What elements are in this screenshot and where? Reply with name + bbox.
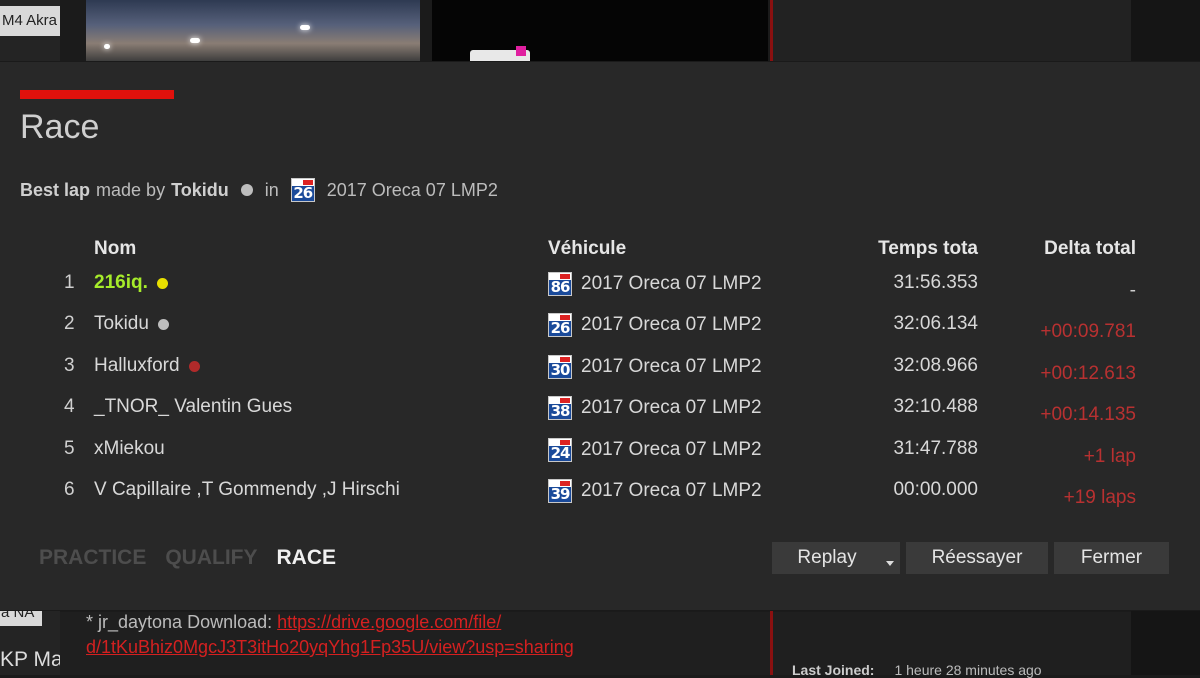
last-joined-value: 1 heure 28 minutes ago	[894, 662, 1042, 678]
background-last-joined: Last Joined: 1 heure 28 minutes ago	[792, 662, 1042, 678]
last-joined-label: Last Joined:	[792, 662, 875, 678]
result-row[interactable]: 6 V Capillaire ,T Gommendy ,J Hirschi 39 20…	[0, 479, 1200, 515]
best-lap-label: Best lap	[20, 179, 91, 200]
position: 5	[64, 438, 75, 459]
car-number-badge-icon: 39	[548, 479, 572, 503]
tab-qualify[interactable]: QUALIFY	[165, 546, 257, 570]
background-track-thumbnail	[86, 0, 420, 62]
result-row[interactable]: 3 Halluxford 30 2017 Oreca 07 LMP2 32:08.966…	[0, 355, 1200, 391]
delta-total: +00:12.613	[1040, 363, 1136, 384]
close-button[interactable]: Fermer	[1054, 542, 1169, 574]
background-server-label[interactable]: M4 Akra	[0, 6, 60, 36]
total-time: 31:56.353	[893, 272, 978, 293]
light-glare	[300, 25, 310, 30]
vehicle-cell: 39 2017 Oreca 07 LMP2	[548, 479, 762, 503]
delta-total: -	[1129, 280, 1136, 301]
result-row[interactable]: 4 _TNOR_ Valentin Gues 38 2017 Oreca 07 LMP…	[0, 396, 1200, 432]
light-glare	[190, 38, 200, 43]
position: 6	[64, 479, 75, 500]
tab-race[interactable]: RACE	[277, 546, 337, 570]
replay-button[interactable]: Replay	[772, 542, 900, 574]
driver-name: 216iq.	[94, 272, 168, 294]
column-header-total-time: Temps tota	[878, 238, 978, 259]
delta-total: +1 lap	[1083, 446, 1136, 467]
car-number-badge-icon: 24	[548, 438, 572, 462]
retry-button[interactable]: Réessayer	[906, 542, 1048, 574]
result-row[interactable]: 1 216iq. 86 2017 Oreca 07 LMP2 31:56.353 -	[0, 272, 1200, 308]
vehicle-cell: 86 2017 Oreca 07 LMP2	[548, 272, 762, 296]
vehicle-cell: 38 2017 Oreca 07 LMP2	[548, 396, 762, 420]
vehicle-name: 2017 Oreca 07 LMP2	[581, 439, 762, 460]
driver-status-dot-icon	[156, 277, 168, 289]
driver-name: Halluxford	[94, 355, 200, 377]
best-lap-driver: Tokidu	[171, 179, 229, 200]
position: 3	[64, 355, 75, 376]
driver-status-dot-icon	[240, 184, 253, 196]
in-text: in	[264, 179, 279, 200]
made-by-text: made by	[96, 179, 166, 200]
total-time: 32:06.134	[893, 313, 978, 334]
tab-practice[interactable]: PRACTICE	[39, 546, 146, 570]
driver-status-dot-icon	[157, 318, 169, 330]
vehicle-cell: 26 2017 Oreca 07 LMP2	[548, 313, 762, 337]
position: 4	[64, 396, 75, 417]
column-header-delta: Delta total	[1044, 238, 1136, 259]
background-list-item[interactable]: KP Ma	[0, 648, 60, 672]
session-tabs: PRACTICE QUALIFY RACE	[39, 546, 336, 570]
background-marker	[516, 46, 526, 56]
driver-name: _TNOR_ Valentin Gues	[94, 396, 293, 417]
total-time: 00:00.000	[893, 479, 978, 500]
result-row[interactable]: 2 Tokidu 26 2017 Oreca 07 LMP2 32:06.134 +00:…	[0, 313, 1200, 349]
race-results-dialog: Race Best lap made by Tokidu in 26 2017 …	[0, 62, 1200, 610]
vehicle-cell: 30 2017 Oreca 07 LMP2	[548, 355, 762, 379]
driver-status-dot-icon	[188, 360, 200, 372]
background-right-panel	[773, 0, 1131, 62]
driver-name: xMiekou	[94, 438, 165, 459]
car-number-badge-icon: 26	[290, 178, 315, 202]
vehicle-name: 2017 Oreca 07 LMP2	[581, 356, 762, 377]
vehicle-name: 2017 Oreca 07 LMP2	[581, 480, 762, 501]
vehicle-name: 2017 Oreca 07 LMP2	[581, 314, 762, 335]
position: 1	[64, 272, 75, 293]
column-header-vehicle: Véhicule	[548, 238, 627, 259]
total-time: 32:10.488	[893, 396, 978, 417]
dialog-title: Race	[20, 108, 100, 146]
result-row[interactable]: 5 xMiekou 24 2017 Oreca 07 LMP2 31:47.788 +1 …	[0, 438, 1200, 474]
best-lap-car: 2017 Oreca 07 LMP2	[326, 179, 498, 200]
light-glare	[104, 44, 110, 49]
delta-total: +00:09.781	[1040, 321, 1136, 342]
delta-total: +19 laps	[1063, 487, 1136, 508]
car-number-badge-icon: 38	[548, 396, 572, 420]
position: 2	[64, 313, 75, 334]
vehicle-name: 2017 Oreca 07 LMP2	[581, 397, 762, 418]
title-accent-bar	[20, 90, 174, 99]
best-lap-line: Best lap made by Tokidu in 26 2017 Oreca…	[20, 178, 498, 202]
vehicle-name: 2017 Oreca 07 LMP2	[581, 273, 762, 294]
car-number-badge-icon: 30	[548, 355, 572, 379]
vehicle-cell: 24 2017 Oreca 07 LMP2	[548, 438, 762, 462]
car-number-badge-icon: 86	[548, 272, 572, 296]
driver-name: Tokidu	[94, 313, 169, 335]
delta-total: +00:14.135	[1040, 404, 1136, 425]
column-header-name: Nom	[94, 238, 137, 259]
total-time: 31:47.788	[893, 438, 978, 459]
replay-button-label: Replay	[797, 547, 857, 568]
total-time: 32:08.966	[893, 355, 978, 376]
car-number-badge-icon: 26	[548, 313, 572, 337]
chevron-down-icon[interactable]	[886, 561, 894, 566]
download-prefix: * jr_daytona Download:	[86, 612, 278, 632]
driver-name: V Capillaire ,T Gommendy ,J Hirschi	[94, 479, 400, 500]
background-download-text: * jr_daytona Download: https://drive.goo…	[86, 610, 766, 660]
